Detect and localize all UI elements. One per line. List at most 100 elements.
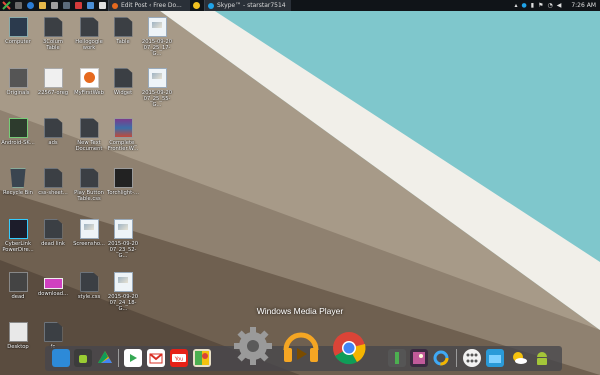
taskbar-app-ie[interactable] [24,0,36,11]
desktop-icon-originals[interactable]: Originals [1,68,35,96]
dock-item-drive[interactable] [96,349,114,367]
icon-label: Desktop [7,344,29,350]
desktop-icon-desktop[interactable]: Desktop [1,322,35,350]
android-sdk-icon [8,118,28,138]
document-icon [79,17,99,37]
document-icon [79,168,99,188]
start-button[interactable] [0,0,12,11]
taskbar-app-6[interactable] [72,0,84,11]
dock-item-photos[interactable] [410,349,428,367]
taskbar-task-skype[interactable]: Skype™ - starstar7514 [204,0,291,11]
taskbar-app-1[interactable] [12,0,24,11]
desktop-icon-recycle-bin[interactable]: Recycle Bin [1,168,35,196]
icon-label: Play Button Table.css [74,190,104,202]
icon-label: dead link [41,241,65,247]
dock-item-files[interactable] [486,349,504,367]
taskbar-app-8[interactable] [96,0,108,11]
image-file-icon [147,68,167,88]
dock-item-play-store[interactable] [124,349,142,367]
skype-tray-icon[interactable]: ● [522,2,527,9]
desktop-icon-torchlight[interactable]: Torchlight-... [106,168,140,196]
system-tray: ▴ ● ▮ ⚑ ◔ ◀ 7:26 AM [514,0,600,11]
dock-item-weather[interactable] [510,349,528,367]
desktop-icon-myfirstweb[interactable]: MyFirstWeb [72,68,106,96]
icon-label: download... [37,291,69,297]
desktop-icon-style-css[interactable]: style.css [72,272,106,300]
document-icon [43,322,63,342]
desktop-icon-android-sdk[interactable]: Android-SK... [1,118,35,146]
document-icon [79,272,99,292]
desktop-icon-complete-frontier[interactable]: Complete_ Frontier.W... [106,118,140,152]
dock-item-gmail[interactable] [147,349,165,367]
desktop-icon-dead[interactable]: dead [1,272,35,300]
icon-label: 22567-oreg [37,90,69,96]
desktop-icon-new-text-document[interactable]: New Text Document [72,118,106,152]
icon-label: CyberLink PowerDire... [2,241,34,253]
dock-item-music[interactable] [281,324,321,368]
weather-icon [513,352,527,364]
dock-item-android-robot[interactable] [533,349,551,367]
desktop-icon-cyberlink[interactable]: CyberLink PowerDire... [1,219,35,253]
wifi-icon[interactable]: ◔ [547,2,552,9]
taskbar-app-chrome[interactable] [190,0,202,11]
dock-item-app-drawer[interactable] [463,349,481,367]
file-icon [8,272,28,292]
desktop-icon-22567-oreg[interactable]: 22567-oreg [36,68,70,96]
dock-item-refresh[interactable] [432,349,450,367]
desktop-icon-table[interactable]: Table [106,17,140,45]
play-store-icon [130,354,137,362]
desktop-icon-3colum-table[interactable]: 3Colum Table [36,17,70,51]
network-icon[interactable]: ▮ [531,2,534,9]
chevron-up-icon[interactable]: ▴ [514,2,517,9]
dock-item-youtube[interactable]: You [170,349,188,367]
icon-label: Widget [113,90,133,96]
icon-label: dead [11,294,25,300]
desktop-icon-widget[interactable]: Widget [106,68,140,96]
desktop-icon-play-button-table[interactable]: Play Button Table.css [72,168,106,202]
dock-item-chrome[interactable] [329,324,369,368]
desktop-icon-dead-link[interactable]: dead link [36,219,70,247]
document-icon [74,2,82,9]
apps-grid-icon [466,353,478,363]
taskbar-app-7[interactable] [84,0,96,11]
dock-item-settings[interactable] [233,324,273,368]
document-icon [43,168,63,188]
image-file-icon [79,219,99,239]
multicolor-x-icon [1,1,11,10]
cyberlink-icon [8,219,28,239]
desktop-icon-css-sheet[interactable]: css-sheet... [36,168,70,196]
taskbar-task-firefox[interactable]: Edit Post ‹ Free Do... [108,0,190,11]
desktop-icon-download[interactable]: download... [36,272,70,297]
android-robot-icon [537,352,547,365]
icon-label: 2015-09-20 07_25_55-G... [141,90,173,108]
desktop-icon-screenshot-4[interactable]: 2015-09-20 07_23_52-G... [106,219,140,259]
icon-label: 2015-09-20 07_23_52-G... [107,241,139,259]
settings-gear-icon [234,327,272,365]
clock[interactable]: 7:26 AM [571,2,596,9]
desktop-icon-screenshot-1[interactable]: 2015-09-20 07_25_17-G... [140,17,174,57]
desktop-icon-screenshot-3[interactable]: Screensho... [72,219,106,247]
dock-item-usb[interactable] [388,349,406,367]
dock-item-maps[interactable] [193,349,211,367]
google-drive-icon [98,351,112,363]
volume-icon[interactable]: ◀ [557,2,562,9]
dock-item-android[interactable] [74,349,92,367]
taskbar-app-explorer[interactable] [36,0,48,11]
icon-label: New Text Document [75,140,103,152]
desktop-icon-screenshot-2[interactable]: 2015-09-20 07_25_55-G... [140,68,174,108]
firefox-html-icon [79,68,99,88]
headphones-icon [283,332,319,362]
desktop-icon-hellogogle[interactable]: Hellogogle work [72,17,106,51]
game-icon [113,168,133,188]
maps-icon [195,351,209,365]
image-file-icon [43,278,63,289]
icon-label: Android-SK... [1,140,35,146]
taskbar-app-4[interactable] [48,0,60,11]
dock-item-folder[interactable] [52,349,70,367]
task-label: Skype™ - starstar7514 [217,2,286,9]
app-icon [86,2,94,9]
flag-icon[interactable]: ⚑ [538,2,543,9]
desktop-icon-ads[interactable]: ads [36,118,70,146]
taskbar-app-5[interactable] [60,0,72,11]
desktop-icon-computer[interactable]: Computer [1,17,35,45]
